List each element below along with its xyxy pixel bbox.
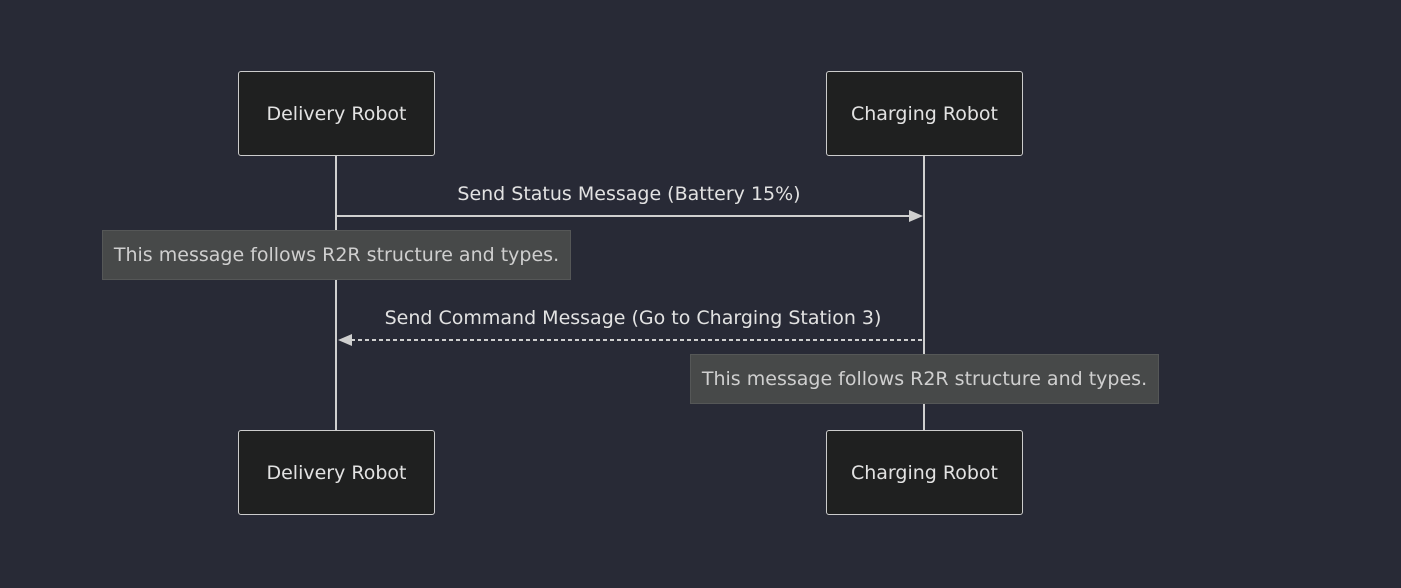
message-arrows (337, 210, 923, 346)
status-message-label: Send Status Message (Battery 15%) (457, 183, 801, 205)
actor-top-delivery-robot[interactable]: Delivery Robot (238, 71, 435, 156)
note-text: This message follows R2R structure and t… (701, 368, 1148, 390)
actor-label: Delivery Robot (266, 102, 407, 125)
note-charging-robot: This message follows R2R structure and t… (690, 354, 1159, 404)
actor-label: Delivery Robot (266, 461, 407, 484)
note-text: This message follows R2R structure and t… (113, 244, 560, 266)
actor-bottom-delivery-robot[interactable]: Delivery Robot (238, 430, 435, 515)
actor-label: Charging Robot (850, 102, 999, 125)
command-message-label: Send Command Message (Go to Charging Sta… (384, 307, 882, 329)
actor-top-charging-robot[interactable]: Charging Robot (826, 71, 1023, 156)
command-message-arrowhead (338, 334, 352, 346)
sequence-diagram: Delivery Robot Charging Robot Send Statu… (0, 0, 1401, 588)
actor-label: Charging Robot (850, 461, 999, 484)
note-delivery-robot: This message follows R2R structure and t… (102, 230, 571, 280)
actor-bottom-charging-robot[interactable]: Charging Robot (826, 430, 1023, 515)
status-message-arrowhead (909, 210, 923, 222)
